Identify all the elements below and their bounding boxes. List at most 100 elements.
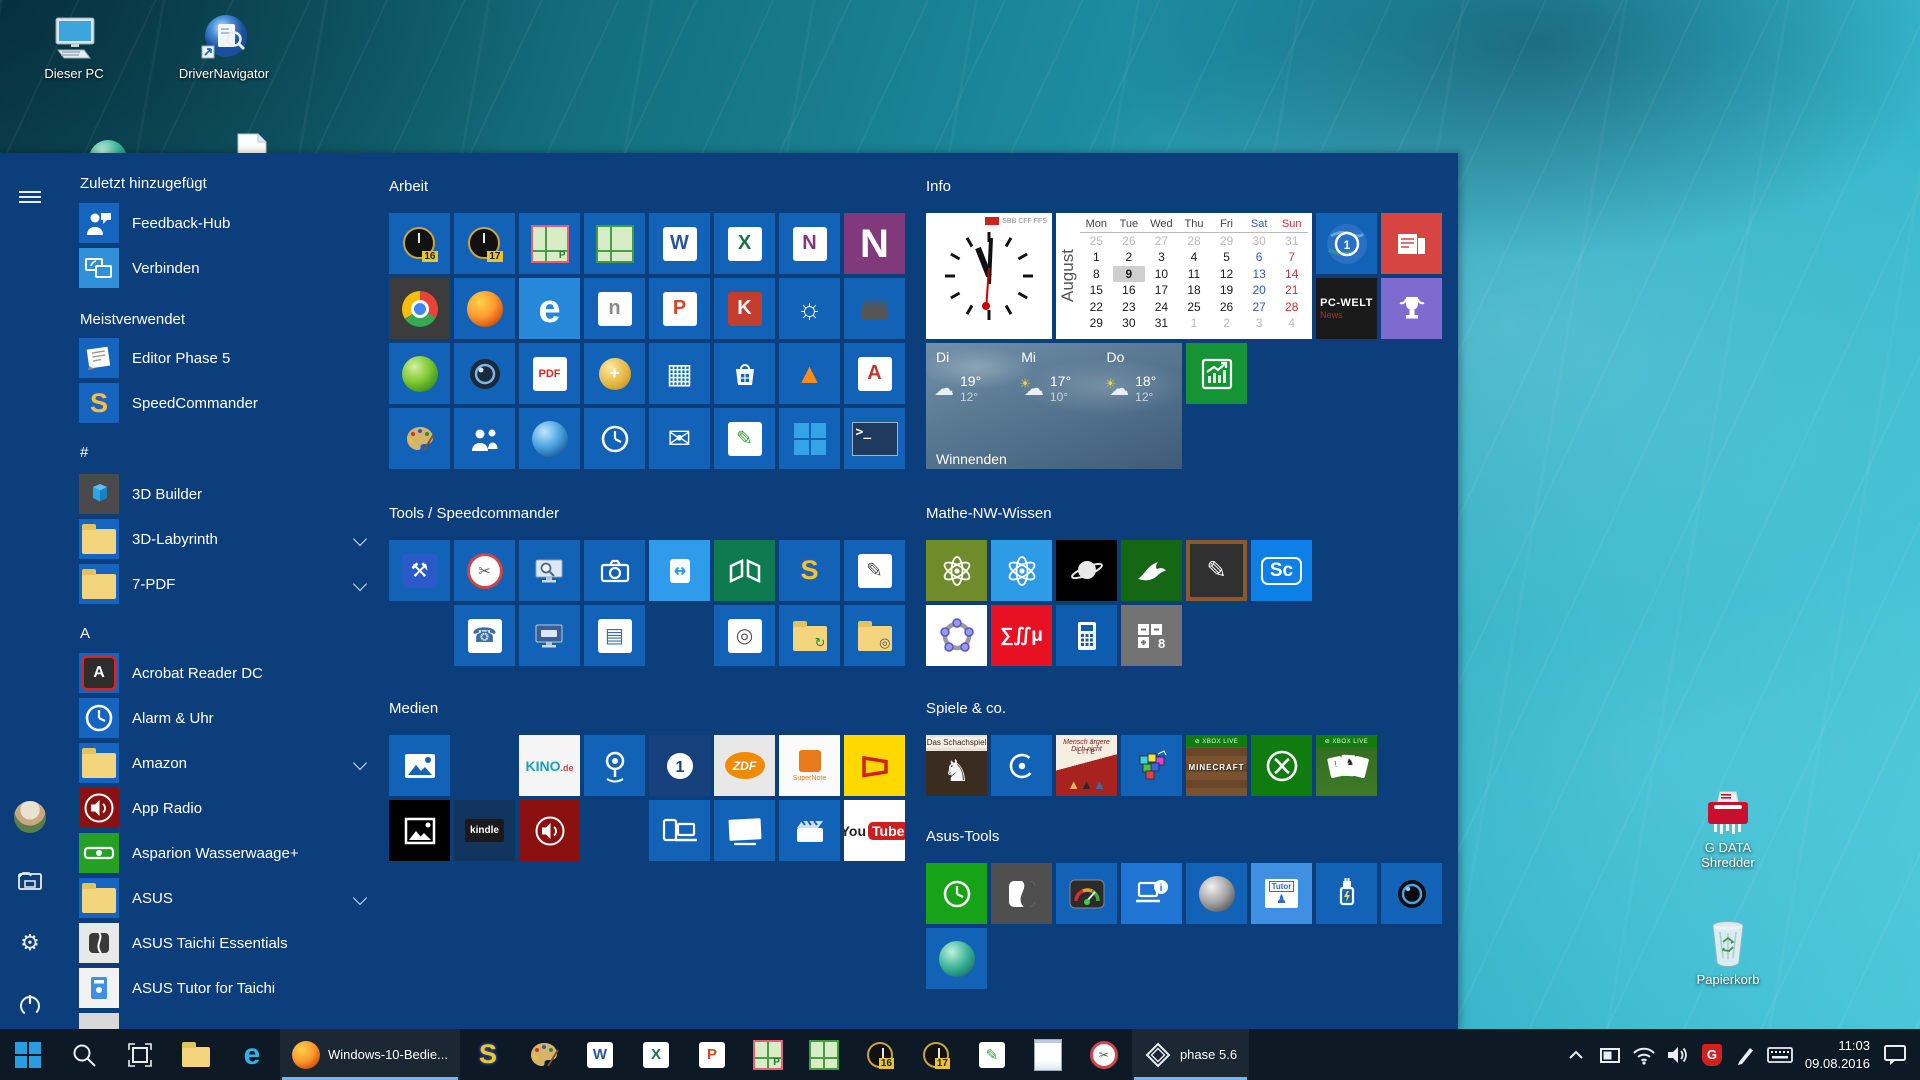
tray-volume[interactable] [1661, 1029, 1695, 1080]
tile-calendar[interactable]: AugustMonTueWedThuFriSatSun2526272829303… [1056, 213, 1312, 339]
tile-camera-tool[interactable] [584, 540, 645, 601]
app-list-item-amazon[interactable]: Amazon [79, 743, 379, 783]
tile-connected-devices[interactable] [649, 800, 710, 861]
tile-asus-ai-charger[interactable] [1316, 863, 1377, 924]
documents-button[interactable] [14, 865, 46, 897]
tray-wifi[interactable] [1627, 1029, 1661, 1080]
tile-system-tools[interactable]: ⚒ [389, 540, 450, 601]
taskbar-search-button[interactable] [56, 1029, 112, 1080]
drivernavigator[interactable]: DriverNavigator [178, 12, 270, 81]
tile-clock-17[interactable]: 17 [454, 213, 515, 274]
taskbar-phase-window[interactable]: phase 5.6 [1132, 1029, 1249, 1080]
tile-das-schachspiel[interactable]: Das Schachspiel♞ [926, 735, 987, 796]
tile-remote-desktop[interactable] [519, 605, 580, 666]
tile-finance[interactable] [1186, 343, 1247, 404]
tile-folder-sync[interactable]: ↻ [779, 605, 840, 666]
taskbar-firefox-window[interactable]: Windows-10-Bedie... [280, 1029, 460, 1080]
tile-film-tv[interactable] [779, 800, 840, 861]
taskbar-snipping-tool[interactable]: ✂ [1076, 1029, 1132, 1080]
tile-clock-16[interactable]: 16 [389, 213, 450, 274]
tile-reader-app[interactable]: A [844, 343, 905, 404]
tile-calculator-8[interactable]: 8 [1121, 605, 1182, 666]
tile-calendar-app[interactable]: ▦ [649, 343, 710, 404]
tile-screen-magnifier[interactable] [519, 540, 580, 601]
tile-onenote-2010[interactable]: N [779, 213, 840, 274]
tray-clock[interactable]: 11:0309.08.2016 [1797, 1037, 1878, 1072]
chevron-down-icon[interactable] [353, 891, 367, 905]
app-list-item-editor-phase-5[interactable]: Editor Phase 5 [79, 338, 379, 378]
chevron-down-icon[interactable] [353, 756, 367, 770]
settings-button[interactable]: ⚙ [14, 927, 46, 959]
taskbar-cadwork-p[interactable]: P [740, 1029, 796, 1080]
tile-speedcommander[interactable]: S [779, 540, 840, 601]
tile-bird-app[interactable] [1121, 540, 1182, 601]
dieser-pc[interactable]: Dieser PC [28, 12, 120, 81]
tile-edge[interactable]: e [519, 278, 580, 339]
app-list-item-asus-taichi-essentials[interactable]: ASUS Taichi Essentials [79, 923, 379, 963]
tile-google-earth[interactable] [519, 408, 580, 469]
taskbar-powerpoint[interactable]: P [684, 1029, 740, 1080]
app-list-item-3d-builder[interactable]: 3D Builder [79, 474, 379, 514]
tile-calculator[interactable] [1056, 605, 1117, 666]
app-list-item-7-pdf[interactable]: 7-PDF [79, 564, 379, 604]
tile-notes-editor[interactable]: ✎ [844, 540, 905, 601]
app-list-item-alarm-uhr[interactable]: Alarm & Uhr [79, 698, 379, 738]
tile-phone-companion[interactable]: ☎ [454, 605, 515, 666]
app-list-item-asus[interactable]: ASUS [79, 878, 379, 918]
gdata-shredder[interactable]: G DATA Shredder [1682, 786, 1774, 870]
app-list-item-acrobat-reader-dc[interactable]: AAcrobat Reader DC [79, 653, 379, 693]
user-avatar[interactable] [14, 801, 46, 833]
tile-smart-calc[interactable]: Sc [1251, 540, 1312, 601]
tile-supernote[interactable]: SuperNote [779, 735, 840, 796]
app-list-item-partial[interactable] [79, 1013, 379, 1029]
tile-asus-button[interactable] [1186, 863, 1247, 924]
tile-asus-dashboard[interactable] [1056, 863, 1117, 924]
taskbar-editor[interactable]: ✎ [964, 1029, 1020, 1080]
tile-audio-player[interactable] [519, 800, 580, 861]
taskbar-cadwork[interactable] [796, 1029, 852, 1080]
tile-chalkboard[interactable]: ✎ [1186, 540, 1247, 601]
taskbar-clock-16[interactable]: 16 [852, 1029, 908, 1080]
tile-media-frame[interactable] [844, 735, 905, 796]
app-list-item-asparion-wasserwaage-[interactable]: Asparion Wasserwaage+ [79, 833, 379, 873]
tray-touch-keyboard[interactable] [1763, 1029, 1797, 1080]
tile-asus-pc-info[interactable]: i [1121, 863, 1182, 924]
tile-people[interactable] [454, 408, 515, 469]
tile-cube-puzzle[interactable] [1121, 735, 1182, 796]
tile-asus-clock[interactable] [926, 863, 987, 924]
tile-camera-app[interactable] [454, 343, 515, 404]
app-list-item-app-radio[interactable]: App Radio [79, 788, 379, 828]
tray-gdata-shield[interactable]: G [1695, 1029, 1729, 1080]
tile-music-circle[interactable] [991, 735, 1052, 796]
tile-geogebra[interactable] [926, 605, 987, 666]
tile-asus-taichi[interactable] [991, 863, 1052, 924]
app-list-item-speedcommander[interactable]: SSpeedCommander [79, 383, 379, 423]
tile-minecraft[interactable]: ⊘ XBOX LIVEMINECRAFT [1186, 735, 1247, 796]
tile-solitaire-cards[interactable]: ⊘ XBOX LIVE!♞ [1316, 735, 1377, 796]
tile-xbox[interactable] [1251, 735, 1312, 796]
tile-folder-search[interactable]: ◎ [844, 605, 905, 666]
taskbar-file-explorer[interactable] [168, 1029, 224, 1080]
papierkorb[interactable]: Papierkorb [1682, 918, 1774, 987]
tile-powerpoint-2010[interactable]: P [649, 278, 710, 339]
tile-photo-viewer[interactable] [389, 800, 450, 861]
tile-chrome[interactable] [389, 278, 450, 339]
tile-display-cast[interactable] [714, 800, 775, 861]
tile-coin-app[interactable]: + [584, 343, 645, 404]
tile-astronomy[interactable] [1056, 540, 1117, 601]
taskbar-edge[interactable]: e [224, 1029, 280, 1080]
tile-kino-de[interactable]: KINO.de [519, 735, 580, 796]
tile-control-panel[interactable]: ▤ [584, 605, 645, 666]
tray-hidden-icons-chevron[interactable] [1559, 1029, 1593, 1080]
chevron-down-icon[interactable] [353, 577, 367, 591]
tray-pen-input[interactable] [1729, 1029, 1763, 1080]
app-list-item-verbinden[interactable]: Verbinden [79, 248, 379, 288]
tile-zdf[interactable]: ZDF [714, 735, 775, 796]
tile-acrobat-pdf[interactable]: PDF [519, 343, 580, 404]
tile-physics-x[interactable] [926, 540, 987, 601]
tile-snipping-tool[interactable]: ✂ [454, 540, 515, 601]
tile-powershell[interactable]: >_ [844, 408, 905, 469]
tile-store[interactable] [714, 343, 775, 404]
tile-tagesschau[interactable]: 1 [1316, 213, 1377, 274]
tile-firefox[interactable] [454, 278, 515, 339]
